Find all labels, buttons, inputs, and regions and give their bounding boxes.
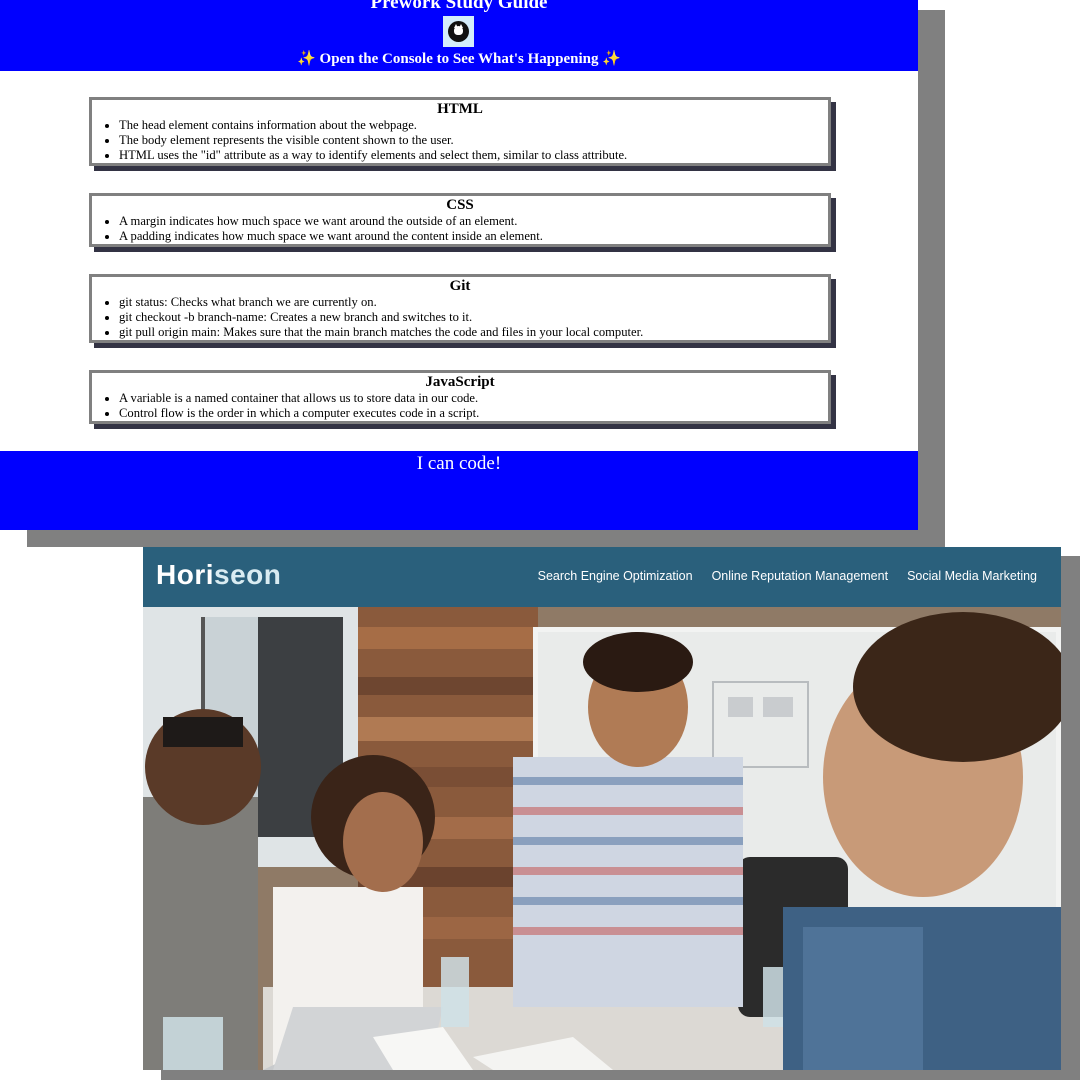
list-item: git checkout -b branch-name: Creates a n… — [119, 310, 828, 325]
horiseon-header: Horiseon Search Engine Optimization Onli… — [143, 547, 1061, 607]
horiseon-logo[interactable]: Horiseon — [156, 557, 281, 593]
prework-header: Prework Study Guide ✨ Open the Console t… — [0, 0, 918, 71]
subtitle-text: Open the Console to See What's Happening — [319, 51, 599, 67]
list-item: A margin indicates how much space we wan… — [119, 214, 828, 229]
prework-screenshot: Prework Study Guide ✨ Open the Console t… — [0, 0, 918, 530]
list-item: git status: Checks what branch we are cu… — [119, 295, 828, 310]
javascript-section: JavaScript A variable is a named contain… — [89, 370, 831, 424]
list-item: The head element contains information ab… — [119, 118, 828, 133]
footer-text: I can code! — [416, 453, 502, 474]
section-heading: HTML — [437, 101, 483, 117]
list-item: The body element represents the visible … — [119, 133, 828, 148]
list-item: A variable is a named container that all… — [119, 391, 828, 406]
list-item: HTML uses the "id" attribute as a way to… — [119, 148, 828, 163]
prework-footer: I can code! — [0, 451, 918, 530]
list-item: git pull origin main: Makes sure that th… — [119, 325, 828, 340]
list-item: Control flow is the order in which a com… — [119, 406, 828, 421]
list-item: A padding indicates how much space we wa… — [119, 229, 828, 244]
section-heading: Git — [449, 278, 471, 294]
section-heading: JavaScript — [425, 374, 495, 390]
html-section: HTML The head element contains informati… — [89, 97, 831, 166]
nav-link-seo[interactable]: Search Engine Optimization — [538, 567, 693, 585]
git-section: Git git status: Checks what branch we ar… — [89, 274, 831, 343]
hero-image — [143, 607, 1061, 1070]
cat-avatar-icon — [443, 16, 474, 47]
section-heading: CSS — [446, 197, 474, 213]
nav-link-social-media[interactable]: Social Media Marketing — [907, 567, 1037, 585]
horiseon-screenshot: Horiseon Search Engine Optimization Onli… — [143, 547, 1061, 1070]
css-section: CSS A margin indicates how much space we… — [89, 193, 831, 247]
prework-title: Prework Study Guide — [370, 0, 548, 13]
main-nav: Search Engine Optimization Online Reputa… — [538, 567, 1037, 585]
nav-link-reputation[interactable]: Online Reputation Management — [712, 567, 889, 585]
sparkle-icon: ✨ — [297, 51, 316, 67]
sparkle-icon: ✨ — [602, 51, 621, 67]
prework-subtitle: ✨ Open the Console to See What's Happeni… — [0, 49, 918, 69]
